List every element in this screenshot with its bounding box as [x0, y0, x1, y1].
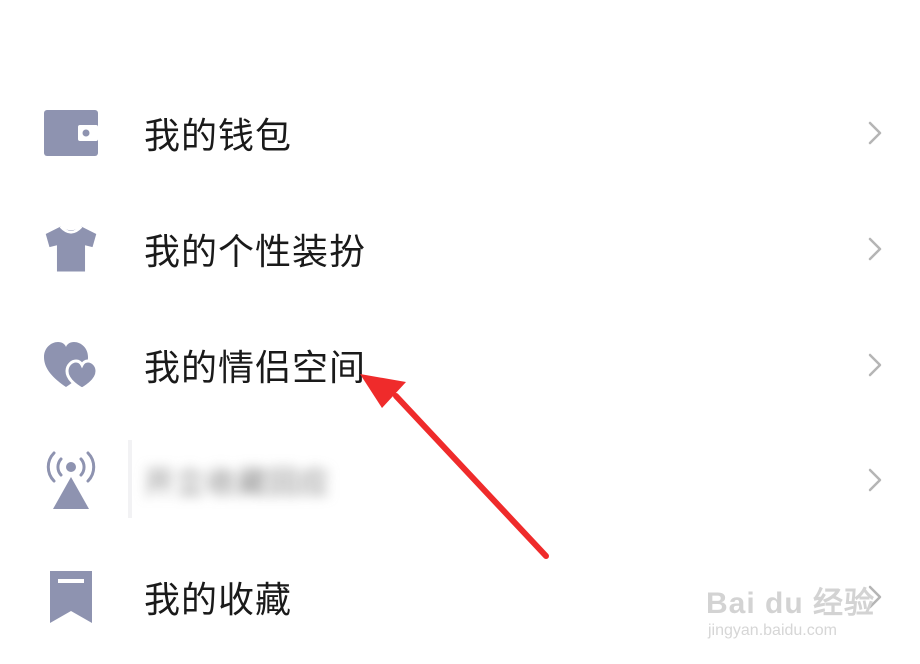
menu-item-personal-dressup[interactable]: 我的个性装扮	[0, 199, 920, 299]
menu-item-label: 我的钱包	[144, 116, 293, 157]
profile-menu-page: 我的钱包 我的个性装扮 我的情侣空间 开立收藏回应 我的收藏 Bai du 经验…	[0, 0, 920, 664]
broadcast-icon	[42, 451, 100, 509]
chevron-right-icon	[864, 118, 886, 148]
menu-item-couple-space[interactable]: 我的情侣空间	[0, 315, 920, 415]
chevron-right-icon	[864, 350, 886, 380]
watermark-url: jingyan.baidu.com	[708, 622, 837, 639]
menu-item-broadcast[interactable]: 开立收藏回应	[0, 430, 920, 530]
divider	[128, 440, 132, 518]
menu-item-wallet[interactable]: 我的钱包	[0, 83, 920, 183]
menu-item-label-blurred: 开立收藏回应	[144, 466, 330, 501]
bookmark-icon	[42, 568, 100, 626]
baidu-watermark: Bai du 经验 jingyan.baidu.com	[700, 566, 900, 648]
wallet-icon	[42, 104, 100, 162]
hearts-icon	[42, 336, 100, 394]
menu-item-label: 我的收藏	[144, 580, 293, 621]
chevron-right-icon	[864, 465, 886, 495]
menu-item-label: 我的情侣空间	[144, 348, 367, 389]
menu-item-label: 我的个性装扮	[144, 232, 367, 273]
shirt-icon	[42, 220, 100, 278]
watermark-brand: Bai du 经验	[706, 587, 876, 620]
chevron-right-icon	[864, 234, 886, 264]
